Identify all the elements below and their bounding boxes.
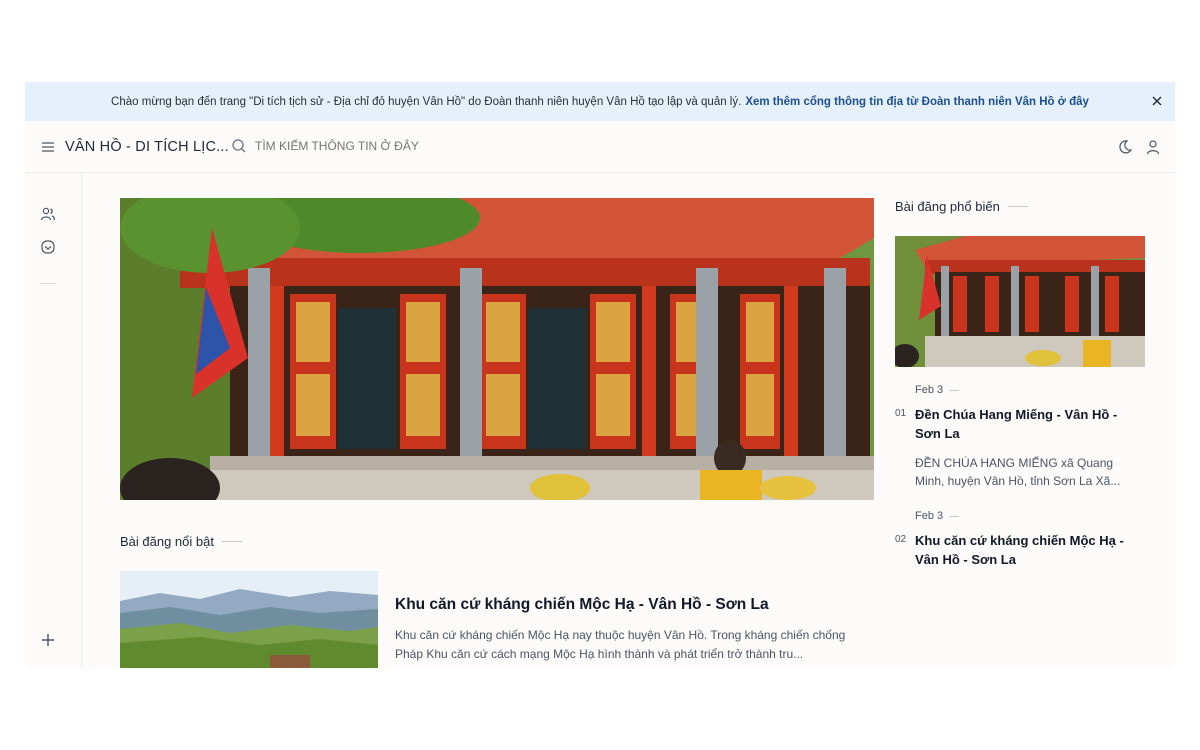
post-date: Feb 3 bbox=[915, 510, 960, 522]
post-title[interactable]: Khu căn cứ kháng chiến Mộc Hạ - Vân Hồ -… bbox=[915, 531, 1140, 569]
post-date-rule bbox=[949, 515, 960, 517]
post-date-text: Feb 3 bbox=[915, 384, 944, 396]
user-icon[interactable] bbox=[1145, 139, 1161, 155]
users-icon[interactable] bbox=[40, 206, 56, 222]
left-sidebar bbox=[25, 173, 82, 668]
featured-section-rule bbox=[221, 541, 242, 542]
top-header: VÂN HỒ - DI TÍCH LỊC... bbox=[25, 121, 1175, 173]
moon-icon[interactable] bbox=[1117, 139, 1133, 155]
post-excerpt: ĐỀN CHÚA HANG MIẾNG xã Quang Minh, huyện… bbox=[915, 456, 1121, 488]
site-title[interactable]: VÂN HỒ - DI TÍCH LỊC... bbox=[65, 139, 229, 155]
popular-post-image[interactable] bbox=[895, 236, 1145, 367]
popular-section-rule bbox=[1007, 206, 1028, 207]
post-date: Feb 3 bbox=[915, 384, 960, 396]
hero-temple-image[interactable] bbox=[120, 198, 874, 500]
notice-bar: Chào mừng bạn đến trang "Di tích tịch sử… bbox=[25, 82, 1175, 121]
plus-icon[interactable] bbox=[40, 632, 56, 648]
inbox-icon[interactable] bbox=[40, 239, 56, 255]
search-icon bbox=[232, 139, 246, 153]
popular-section-title: Bài đăng phổ biến bbox=[895, 199, 1028, 214]
close-icon[interactable] bbox=[1149, 93, 1165, 109]
featured-post-image[interactable] bbox=[120, 571, 378, 668]
featured-post-title[interactable]: Khu căn cứ kháng chiến Mộc Hạ - Vân Hồ -… bbox=[395, 596, 769, 614]
search-bar[interactable] bbox=[231, 138, 495, 154]
popular-section-label: Bài đăng phổ biến bbox=[895, 199, 1000, 214]
post-date-text: Feb 3 bbox=[915, 510, 944, 522]
featured-post-excerpt: Khu căn cứ kháng chiến Mộc Hạ nay thuộc … bbox=[395, 628, 846, 661]
menu-icon[interactable] bbox=[40, 139, 56, 155]
featured-section-title: Bài đăng nổi bật bbox=[120, 534, 242, 549]
post-date-rule bbox=[949, 389, 960, 391]
sidebar-divider bbox=[40, 283, 56, 284]
notice-text: Chào mừng bạn đến trang "Di tích tịch sử… bbox=[111, 95, 742, 108]
search-input[interactable] bbox=[255, 139, 495, 153]
notice-link[interactable]: Xem thêm cổng thông tin địa từ Đoàn than… bbox=[745, 96, 1089, 108]
post-number: 02 bbox=[895, 534, 907, 545]
post-number: 01 bbox=[895, 408, 907, 419]
featured-section-label: Bài đăng nổi bật bbox=[120, 534, 214, 549]
post-title[interactable]: Đền Chúa Hang Miếng - Vân Hồ - Sơn La bbox=[915, 405, 1140, 443]
page-frame: Chào mừng bạn đến trang "Di tích tịch sử… bbox=[25, 82, 1175, 668]
